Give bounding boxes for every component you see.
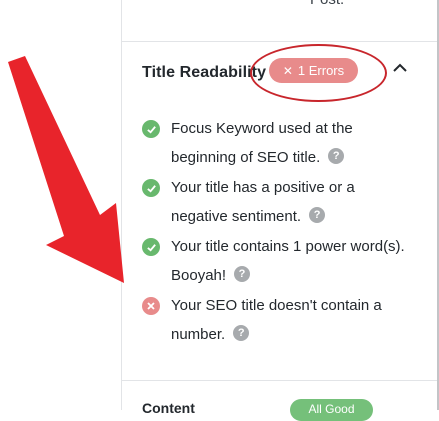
left-blank-area bbox=[0, 0, 121, 410]
check-text: Focus Keyword used at the beginning of S… bbox=[171, 114, 421, 172]
annotation-ellipse bbox=[250, 44, 387, 102]
section-divider bbox=[122, 380, 438, 381]
check-text: Your title contains 1 power word(s). Boo… bbox=[171, 232, 421, 290]
chevron-up-icon[interactable] bbox=[391, 59, 409, 77]
check-pass-icon bbox=[142, 238, 160, 256]
check-line: Focus Keyword used at the bbox=[171, 120, 353, 137]
check-text: Your title has a positive or a negative … bbox=[171, 173, 421, 231]
help-icon[interactable]: ? bbox=[234, 266, 251, 283]
seo-analysis-panel: Post. Title Readability ✕ 1 Errors Focus… bbox=[121, 0, 438, 421]
help-icon[interactable]: ? bbox=[328, 148, 345, 165]
section-title: Title Readability bbox=[142, 64, 267, 81]
help-icon[interactable]: ? bbox=[233, 325, 250, 342]
help-icon[interactable]: ? bbox=[309, 207, 326, 224]
check-pass-icon bbox=[142, 120, 160, 138]
previous-section-text: Post. bbox=[310, 0, 344, 8]
previous-section-fragment: Post. bbox=[122, 0, 438, 42]
check-line: Booyah! bbox=[171, 267, 227, 284]
check-line: Your title has a positive or a bbox=[171, 179, 355, 196]
next-section-title[interactable]: Content bbox=[142, 400, 195, 416]
check-line: beginning of SEO title. bbox=[171, 149, 321, 166]
check-line: negative sentiment. bbox=[171, 208, 302, 225]
check-text: Your SEO title doesn't contain a number.… bbox=[171, 291, 421, 349]
check-line: number. bbox=[171, 326, 226, 343]
check-fail-icon bbox=[142, 297, 160, 315]
check-pass-icon bbox=[142, 179, 160, 197]
check-line: Your SEO title doesn't contain a bbox=[171, 297, 382, 314]
check-line: Your title contains 1 power word(s). bbox=[171, 238, 405, 255]
next-section-status-badge: All Good bbox=[290, 399, 373, 421]
